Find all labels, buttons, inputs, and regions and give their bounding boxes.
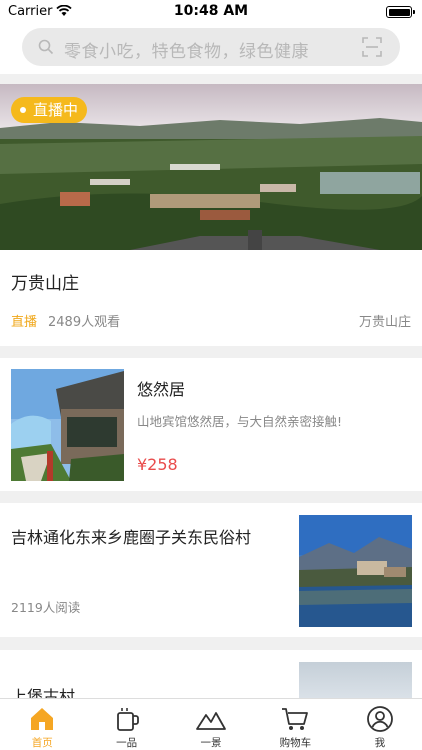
- status-time: 10:48 AM: [173, 3, 249, 19]
- tab-label: 一品: [116, 737, 138, 749]
- tab-label: 一景: [200, 737, 222, 749]
- user-icon: [366, 706, 393, 732]
- live-badge: 直播中: [11, 97, 88, 123]
- home-icon: [31, 708, 54, 730]
- scan-icon[interactable]: [362, 37, 382, 57]
- article-image: [299, 515, 412, 627]
- search-placeholder: 零食小吃，特色食物，绿色健康: [64, 42, 309, 62]
- live-location: 万贵山庄: [358, 315, 411, 330]
- live-title: 万贵山庄: [11, 274, 79, 294]
- live-dot: [20, 107, 26, 113]
- search-input[interactable]: 零食小吃，特色食物，绿色健康: [22, 28, 400, 66]
- live-stream-image[interactable]: 直播中: [0, 84, 422, 250]
- live-badge-label: 直播中: [33, 101, 79, 119]
- status-bar: Carrier 10:48 AM: [0, 0, 422, 24]
- tab-label: 购物车: [279, 737, 312, 749]
- live-tag: 直播: [11, 315, 38, 330]
- hotel-title: 悠然居: [137, 380, 186, 399]
- tab-label: 我: [374, 737, 386, 749]
- search-icon: [38, 39, 54, 55]
- tab-yijing[interactable]: 一景: [169, 699, 253, 750]
- article-card[interactable]: 吉林通化东来乡鹿圈子关东民俗村 2119人阅读: [0, 503, 422, 637]
- hotel-image: [11, 369, 124, 481]
- live-view-count: 2489人观看: [48, 315, 121, 330]
- tab-yipin[interactable]: 一品: [84, 699, 168, 750]
- article-title: 吉林通化东来乡鹿圈子关东民俗村: [11, 528, 252, 547]
- live-card[interactable]: 直播中 万贵山庄 直播 2489人观看 万贵山庄: [0, 84, 422, 346]
- battery-icon: [386, 6, 415, 18]
- tab-home[interactable]: 首页: [0, 699, 84, 750]
- hotel-description: 山地宾馆悠然居，与大自然亲密接触!: [137, 414, 343, 429]
- tab-cart[interactable]: 购物车: [253, 699, 337, 750]
- cart-icon: [282, 708, 309, 730]
- hotel-card[interactable]: 悠然居 山地宾馆悠然居，与大自然亲密接触! ¥258: [0, 358, 422, 491]
- cup-icon: [116, 708, 139, 731]
- mountain-icon: [196, 712, 226, 730]
- hotel-price: ¥258: [137, 455, 178, 474]
- tab-bar: 首页 一品 一景 购物车 我: [0, 698, 422, 750]
- tab-label: 首页: [31, 737, 53, 749]
- article-read-count: 2119人阅读: [11, 600, 81, 615]
- tab-me[interactable]: 我: [338, 699, 422, 750]
- search-bar: 零食小吃，特色食物，绿色健康: [0, 24, 422, 74]
